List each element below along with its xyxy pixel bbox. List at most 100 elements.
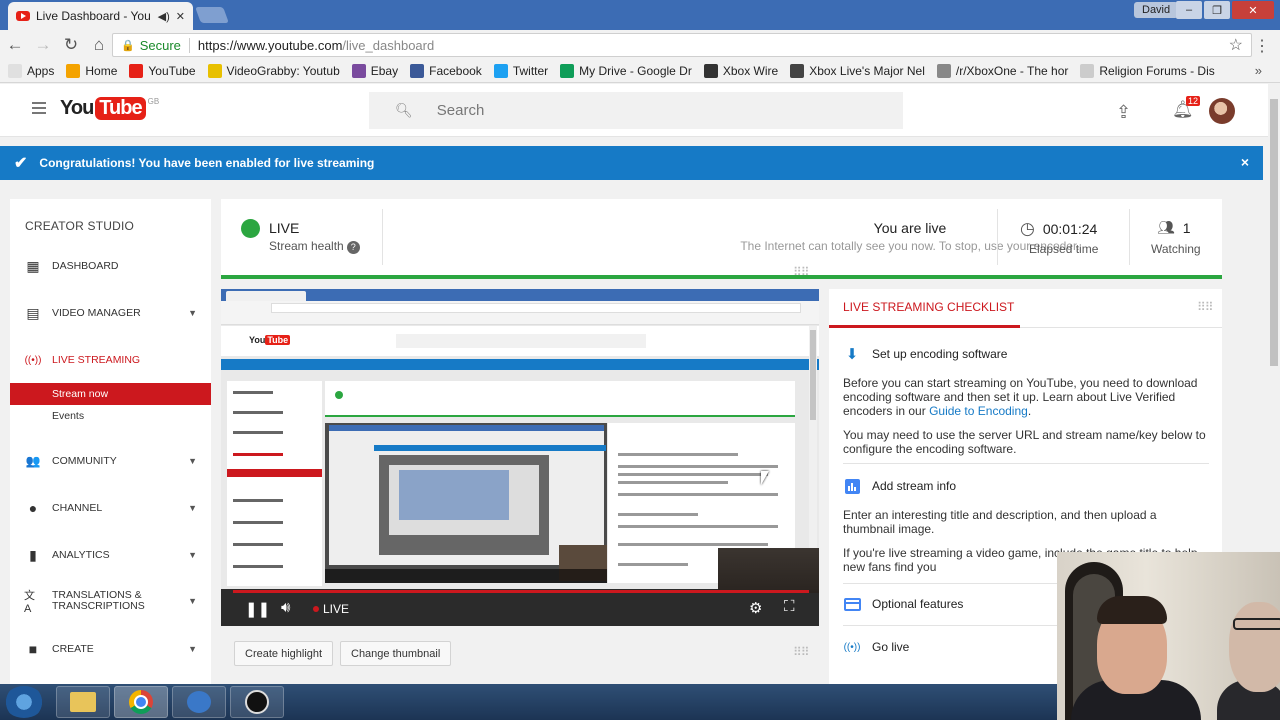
bookmarks-overflow-icon[interactable]: » xyxy=(1255,63,1262,78)
browser-menu-icon[interactable]: ⋮ xyxy=(1254,36,1270,56)
live-video-player[interactable]: You Tube ❚❚ 🔊︎ LIVE ⚙ ⛶ xyxy=(221,289,819,626)
bookmark-item[interactable]: Xbox Wire xyxy=(703,64,778,78)
preview-status-panel xyxy=(325,381,795,417)
bookmark-item[interactable]: Twitter xyxy=(493,64,548,78)
search-input[interactable]: 🔍︎ Search xyxy=(369,92,903,129)
chevron-down-icon[interactable]: ▼ xyxy=(188,308,197,318)
preview-checklist-line xyxy=(618,525,778,528)
live-enabled-alert: ✔ Congratulations! You have been enabled… xyxy=(0,146,1263,180)
bookmark-item[interactable]: Home xyxy=(66,64,117,78)
preview-live-dot xyxy=(335,391,343,399)
bookmark-item[interactable]: VideoGrabby: Youtub xyxy=(207,64,340,78)
sidebar-item-translations[interactable]: 文A TRANSLATIONS & TRANSCRIPTIONS ▼ xyxy=(10,586,211,616)
step-stream-info-description: Enter an interesting title and descripti… xyxy=(843,508,1157,536)
checklist-step-go-live[interactable]: ((•)) Go live xyxy=(843,639,910,655)
sidebar-item-channel[interactable]: ● CHANNEL ▼ xyxy=(10,493,211,523)
back-icon[interactable]: ← xyxy=(2,35,28,55)
fullscreen-icon[interactable]: ⛶ xyxy=(784,598,795,615)
preview-address-bar xyxy=(221,301,819,315)
new-tab-button[interactable] xyxy=(195,7,229,23)
drag-handle-icon[interactable]: ⠿⠿ xyxy=(793,645,810,659)
bookmark-item[interactable]: Religion Forums - Dis xyxy=(1080,64,1215,78)
sidebar-item-analytics[interactable]: ▮ ANALYTICS ▼ xyxy=(10,540,211,570)
youtube-logo[interactable]: You Tube GB xyxy=(60,97,159,120)
sidebar-item-live-streaming[interactable]: ((•)) LIVE STREAMING xyxy=(10,345,211,375)
preview-bookmarks-bar xyxy=(221,315,819,325)
profile-name-button[interactable]: David xyxy=(1134,2,1179,18)
chrome-icon xyxy=(129,690,153,714)
tab-audio-icon[interactable]: ◀) xyxy=(158,10,170,23)
thunderbird-icon xyxy=(187,691,211,713)
avatar[interactable] xyxy=(1209,98,1235,124)
forward-icon[interactable]: → xyxy=(30,35,56,55)
checklist-title-underline xyxy=(829,325,1020,328)
sidebar-subitem-events[interactable]: Events xyxy=(10,405,211,427)
close-window-button[interactable]: ✕ xyxy=(1232,1,1274,19)
sidebar-item-community[interactable]: 👥 COMMUNITY ▼ xyxy=(10,446,211,476)
sidebar-item-video-manager[interactable]: ▤ VIDEO MANAGER ▼ xyxy=(10,298,211,328)
bookmark-star-icon[interactable]: ☆ xyxy=(1229,35,1243,55)
bookmark-item[interactable]: Apps xyxy=(8,64,54,78)
bookmark-item[interactable]: YouTube xyxy=(129,64,196,78)
taskbar-thunderbird[interactable] xyxy=(172,686,226,718)
tab-close-icon[interactable]: ✕ xyxy=(176,10,185,23)
pause-icon[interactable]: ❚❚ xyxy=(245,600,270,618)
upload-icon[interactable]: ⇪ xyxy=(1116,102,1131,123)
taskbar-obs[interactable] xyxy=(230,686,284,718)
browser-tab[interactable]: Live Dashboard - You ◀) ✕ xyxy=(8,2,193,30)
bookmark-favicon-icon xyxy=(936,64,951,78)
notification-count-badge: 12 xyxy=(1186,96,1201,106)
chevron-down-icon[interactable]: ▼ xyxy=(188,456,197,466)
bookmark-item[interactable]: My Drive - Google Dr xyxy=(560,64,692,78)
home-icon[interactable]: ⌂ xyxy=(86,35,112,55)
preview-sidebar-row xyxy=(233,391,273,394)
alert-close-icon[interactable]: × xyxy=(1241,154,1249,170)
guide-to-encoding-link[interactable]: Guide to Encoding xyxy=(929,404,1028,418)
page-scrollbar-thumb[interactable] xyxy=(1270,99,1278,366)
preview-browser-tab xyxy=(226,291,306,301)
create-highlight-button[interactable]: Create highlight xyxy=(234,641,334,666)
bookmark-item[interactable]: Xbox Live's Major Nel xyxy=(790,64,925,78)
checklist-step-optional-features[interactable]: Optional features xyxy=(843,596,963,612)
player-progress-bar[interactable] xyxy=(233,590,809,593)
drag-handle-icon[interactable]: ⠿⠿ xyxy=(793,265,810,279)
volume-icon[interactable]: 🔊︎ xyxy=(281,599,290,616)
sidebar-item-create[interactable]: ■ CREATE ▼ xyxy=(10,634,211,664)
chevron-down-icon[interactable]: ▼ xyxy=(188,550,197,560)
player-live-indicator: LIVE xyxy=(313,602,349,616)
preview-youtube-logo: You Tube xyxy=(249,335,291,345)
minimize-button[interactable]: – xyxy=(1176,1,1202,19)
webcam-overlay xyxy=(1057,552,1280,720)
bookmark-item[interactable]: Facebook xyxy=(410,64,482,78)
you-are-live-subtitle: The Internet can totally see you now. To… xyxy=(740,239,1080,253)
bookmark-item[interactable]: /r/XboxOne - The hor xyxy=(936,64,1068,78)
chevron-down-icon[interactable]: ▼ xyxy=(188,596,197,606)
chevron-down-icon[interactable]: ▼ xyxy=(188,644,197,654)
step-encoding-description: Before you can start streaming on YouTub… xyxy=(843,376,1211,418)
stream-preview: You Tube xyxy=(221,289,819,589)
sidebar-subitem-stream-now[interactable]: Stream now xyxy=(10,383,211,405)
address-bar[interactable]: 🔒 Secure https://www.youtube.com/live_da… xyxy=(112,33,1252,57)
preview-sidebar xyxy=(227,381,322,586)
bookmark-item[interactable]: Ebay xyxy=(351,64,398,78)
step-encoding-note: You may need to use the server URL and s… xyxy=(843,428,1206,456)
preview-nested-block xyxy=(329,425,604,431)
settings-gear-icon[interactable]: ⚙ xyxy=(749,599,762,617)
change-thumbnail-button[interactable]: Change thumbnail xyxy=(340,641,452,666)
sidebar-item-label: CREATE xyxy=(52,643,94,655)
reload-icon[interactable]: ↻ xyxy=(58,35,84,55)
sidebar-item-dashboard[interactable]: ▦ DASHBOARD xyxy=(10,251,211,281)
creator-studio-sidebar: CREATOR STUDIO ▦ DASHBOARD ▤ VIDEO MANAG… xyxy=(10,199,211,684)
checklist-step-encoding[interactable]: ⬇ Set up encoding software xyxy=(843,346,1008,363)
maximize-button[interactable]: ❐ xyxy=(1204,1,1230,19)
taskbar-chrome[interactable] xyxy=(114,686,168,718)
chevron-down-icon[interactable]: ▼ xyxy=(188,503,197,513)
search-placeholder: Search xyxy=(436,102,485,119)
drag-handle-icon[interactable]: ⠿⠿ xyxy=(1197,300,1214,314)
menu-icon[interactable] xyxy=(32,102,46,117)
windows-start-button[interactable] xyxy=(4,686,44,718)
checklist-step-stream-info[interactable]: Add stream info xyxy=(843,478,956,494)
sidebar-item-label: COMMUNITY xyxy=(52,455,117,467)
help-icon[interactable]: ? xyxy=(346,241,360,254)
taskbar-file-explorer[interactable] xyxy=(56,686,110,718)
